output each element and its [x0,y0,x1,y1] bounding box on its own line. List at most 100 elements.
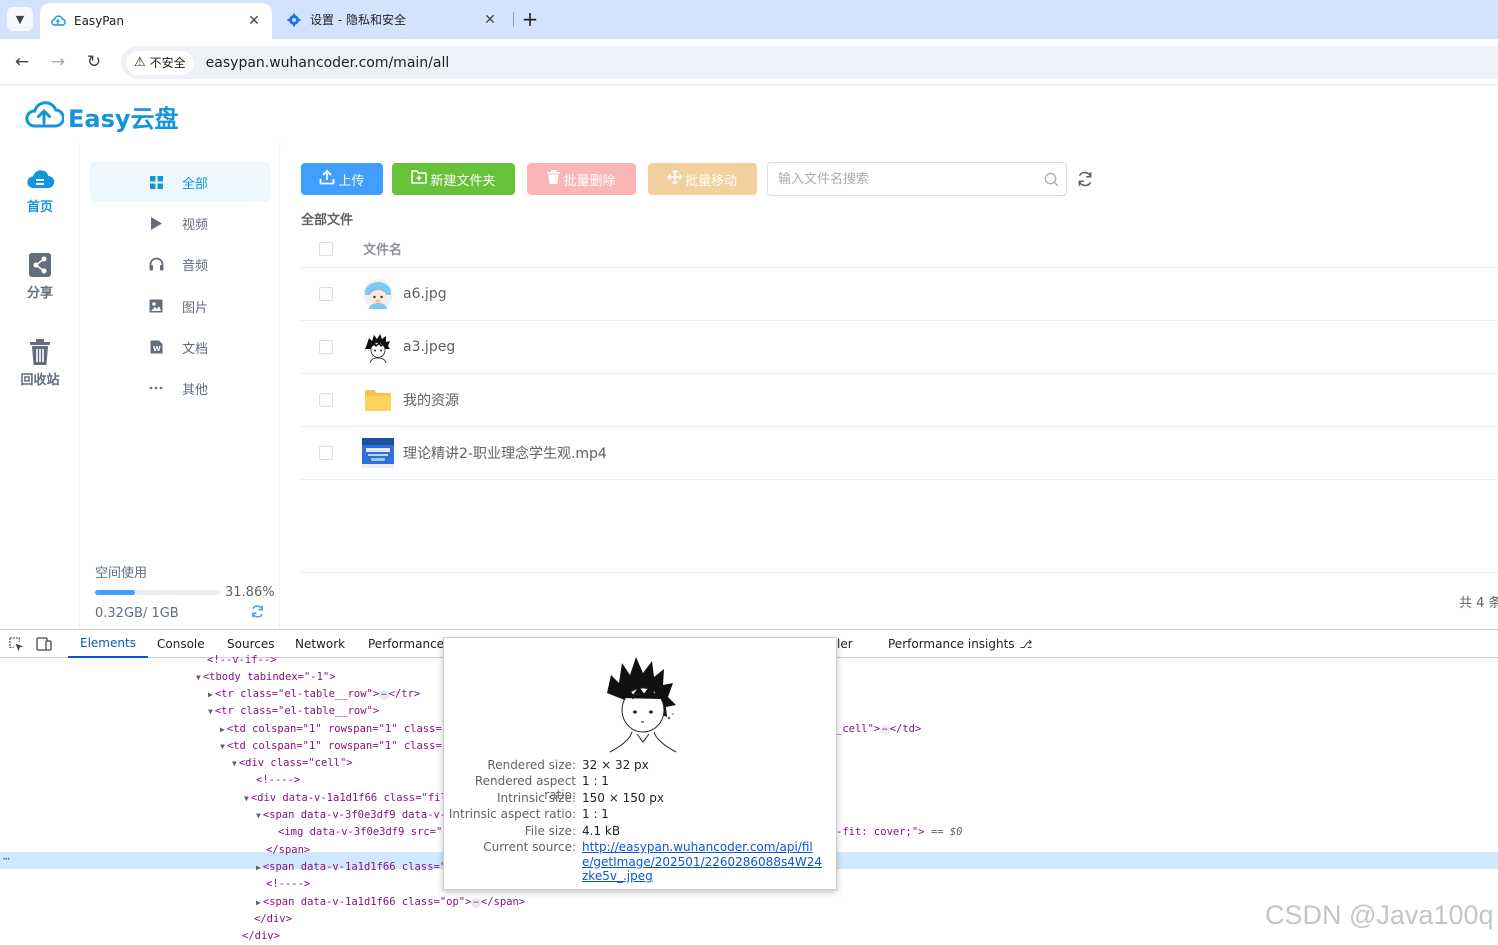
sub-item-all[interactable]: 全部 [90,162,270,202]
batch-delete-button[interactable]: 批量删除 [527,163,636,195]
devtools-tab-performance-insights[interactable]: Performance insights ⎇ [876,630,1044,658]
column-header-name: 文件名 [363,243,403,258]
cloud-upload-logo-icon [24,98,65,134]
tooltip-current-source: Current source: http://easypan.wuhancoder… [483,840,822,884]
grid-icon [148,175,164,189]
row-checkbox[interactable] [319,446,333,460]
sub-item-video[interactable]: 视频 [90,203,270,243]
tree-node[interactable]: <!--v-if--> [207,652,277,669]
cloud-icon [27,170,55,189]
tree-node[interactable]: ▶ <span data-v-1a1d1f66 class=" [256,859,446,876]
url-text[interactable]: easypan.wuhancoder.com/main/all [206,55,450,71]
tree-node[interactable]: ▼ <td colspan="1" rowspan="1" class=" [220,738,448,755]
document-icon: W [148,340,164,354]
new-tab-button[interactable]: + [520,7,540,31]
upload-button[interactable]: 上传 [301,163,383,195]
rail-item-recycle[interactable]: 回收站 [0,337,80,388]
devtools-tab-elements[interactable]: Elements [68,630,148,658]
search-input[interactable] [778,171,1036,187]
rail-label: 回收站 [20,373,60,388]
move-arrows-icon [666,169,683,188]
tree-node[interactable]: _cell"> ⋯ </td> [836,721,921,738]
sub-item-document[interactable]: W 文档 [90,327,270,367]
file-name[interactable]: a3.jpeg [403,339,455,355]
node-actions-dots[interactable]: ⋯ [3,852,10,866]
search-icon[interactable] [1036,172,1066,187]
row-checkbox[interactable] [319,287,333,301]
main-content: 上传 新建文件夹 批量删除 批量移动 全部文件 文件名 [281,142,1498,629]
devtools-tab-console[interactable]: Console [145,630,217,658]
tree-node[interactable]: ▼ <div class="cell"> [232,755,353,772]
reload-icon: ↻ [86,52,102,72]
devtools-tab-label: Performance insights [888,637,1015,651]
tree-node[interactable]: </div> [254,911,292,928]
tree-node[interactable]: ▶ <span data-v-1a1d1f66 class="op"> ⋯ </spa… [256,894,525,911]
video-thumbnail[interactable] [362,437,394,469]
sub-item-image[interactable]: 图片 [90,286,270,326]
row-checkbox[interactable] [319,393,333,407]
reload-button[interactable]: ↻ [82,50,106,74]
inspect-element-icon[interactable] [8,636,24,652]
tree-node[interactable]: ▼ <div data-v-1a1d1f66 class="file [244,790,453,807]
select-all-checkbox[interactable] [319,241,333,256]
icon-rail: 首页 分享 回收站 [0,142,80,629]
security-indicator[interactable]: ⚠ 不安全 [126,50,194,75]
tree-node[interactable]: ▶ <td colspan="1" rowspan="1" class=" [220,721,448,738]
tree-node[interactable]: ▼ <tbody tabindex="-1"> [196,669,336,686]
back-button[interactable]: ← [10,50,34,74]
devtools-tab-network[interactable]: Network [283,630,357,658]
forward-button[interactable]: → [46,50,70,74]
tree-node-selected-tail[interactable]: -fit: cover;"> == $0 [836,824,962,841]
tree-node[interactable]: </div> [242,928,280,945]
tree-node[interactable]: <!----> [266,876,310,893]
tooltip-intrinsic-aspect: Intrinsic aspect ratio: 1 : 1 [448,807,609,821]
tree-node[interactable]: ▼ <tr class="el-table__row"> [208,703,379,720]
sub-item-label: 音频 [182,258,209,274]
breadcrumb[interactable]: 全部文件 [301,209,353,228]
refresh-list-icon[interactable] [1076,170,1094,188]
table-row[interactable]: a6.jpg [301,268,1498,321]
browser-tab-settings[interactable]: 设置 - 隐私和安全 ✕ [276,2,508,37]
pagination-total: 共 4 条 [1459,596,1498,611]
pagination-divider [301,572,1498,573]
batch-move-button[interactable]: 批量移动 [648,163,757,195]
tree-node[interactable]: </span> [266,842,310,859]
close-icon[interactable]: ✕ [482,12,498,28]
rail-item-share[interactable]: 分享 [0,250,80,301]
watermark: CSDN @Java100q [1265,900,1494,930]
category-menu: 全部 视频 音频 图片 W 文档 其他 空间使用 31.86% 0.32GB/ … [80,142,280,629]
sub-item-other[interactable]: 其他 [90,368,270,408]
sub-item-label: 其他 [182,382,209,398]
table-row[interactable]: 我的资源 [301,374,1498,427]
new-folder-button[interactable]: 新建文件夹 [392,163,515,195]
close-icon[interactable]: ✕ [246,13,262,29]
table-row[interactable]: a3.jpeg [301,321,1498,374]
address-bar[interactable]: ⚠ 不安全 easypan.wuhancoder.com/main/all [121,46,1498,79]
folder-icon[interactable] [362,384,394,416]
space-usage-amount: 0.32GB/ 1GB [95,606,179,621]
file-name[interactable]: 理论精讲2-职业理念学生观.mp4 [403,443,607,463]
tooltip-intrinsic-size: Intrinsic size: 150 × 150 px [496,791,665,805]
rail-item-home[interactable]: 首页 [0,164,80,215]
table-row[interactable]: 理论精讲2-职业理念学生观.mp4 [301,427,1498,480]
file-name[interactable]: a6.jpg [403,286,447,302]
sub-item-label: 图片 [182,300,209,316]
refresh-space-icon[interactable] [250,604,265,623]
file-name[interactable]: 我的资源 [403,390,459,410]
browser-tab-easypan[interactable]: EasyPan ✕ [40,3,272,39]
devtools-tab-performance[interactable]: Performance [356,630,456,658]
tree-node[interactable]: ▶ <tr class="el-table__row"> ⋯ </tr> [208,686,420,703]
tree-node-selected[interactable]: <img data-v-3f0e3df9 src="/a [278,824,455,841]
image-thumbnail[interactable] [362,331,394,363]
image-thumbnail[interactable] [362,278,394,310]
logo[interactable]: Easy云盘 [24,98,179,134]
device-toolbar-icon[interactable] [36,636,52,652]
sub-item-label: 视频 [182,217,209,233]
row-checkbox[interactable] [319,340,333,354]
tab-search-dropdown-button[interactable]: ▼ [7,7,33,31]
tree-node[interactable]: <!----> [256,772,300,789]
tree-node[interactable]: ▼ <span data-v-3f0e3df9 data-v-1 [256,807,452,824]
current-source-link[interactable]: http://easypan.wuhancoder.com/api/file/g… [582,840,822,884]
rail-label: 首页 [26,200,53,215]
sub-item-audio[interactable]: 音频 [90,244,270,284]
